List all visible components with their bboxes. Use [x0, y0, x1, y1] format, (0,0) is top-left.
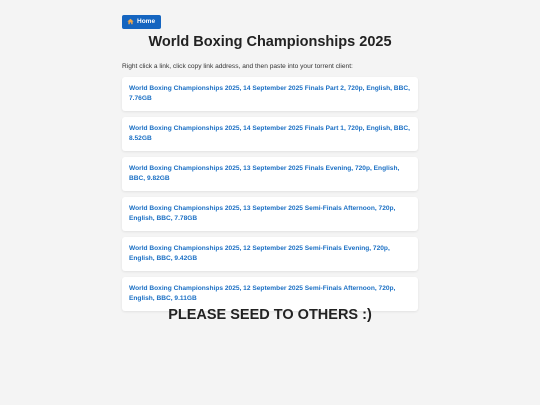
torrent-link[interactable]: World Boxing Championships 2025, 13 Sept…	[129, 204, 411, 225]
instructions-text: Right click a link, click copy link addr…	[122, 63, 353, 70]
home-icon	[127, 18, 134, 25]
torrent-link-list: World Boxing Championships 2025, 14 Sept…	[122, 77, 418, 311]
home-button-label: Home	[137, 17, 156, 25]
list-item: World Boxing Championships 2025, 14 Sept…	[122, 117, 418, 151]
home-button[interactable]: Home	[122, 14, 162, 29]
seed-message: PLEASE SEED TO OTHERS :)	[168, 307, 372, 323]
torrent-link[interactable]: World Boxing Championships 2025, 12 Sept…	[129, 284, 411, 305]
torrent-link[interactable]: World Boxing Championships 2025, 14 Sept…	[129, 124, 411, 145]
list-item: World Boxing Championships 2025, 14 Sept…	[122, 77, 418, 111]
torrent-link[interactable]: World Boxing Championships 2025, 12 Sept…	[129, 244, 411, 265]
list-item: World Boxing Championships 2025, 13 Sept…	[122, 197, 418, 231]
list-item: World Boxing Championships 2025, 12 Sept…	[122, 237, 418, 271]
torrent-link[interactable]: World Boxing Championships 2025, 14 Sept…	[129, 84, 411, 105]
page-title: World Boxing Championships 2025	[148, 34, 392, 50]
list-item: World Boxing Championships 2025, 13 Sept…	[122, 157, 418, 191]
torrent-link[interactable]: World Boxing Championships 2025, 13 Sept…	[129, 164, 411, 185]
main-content: Home World Boxing Championships 2025 Rig…	[122, 12, 418, 317]
list-item: World Boxing Championships 2025, 12 Sept…	[122, 277, 418, 311]
